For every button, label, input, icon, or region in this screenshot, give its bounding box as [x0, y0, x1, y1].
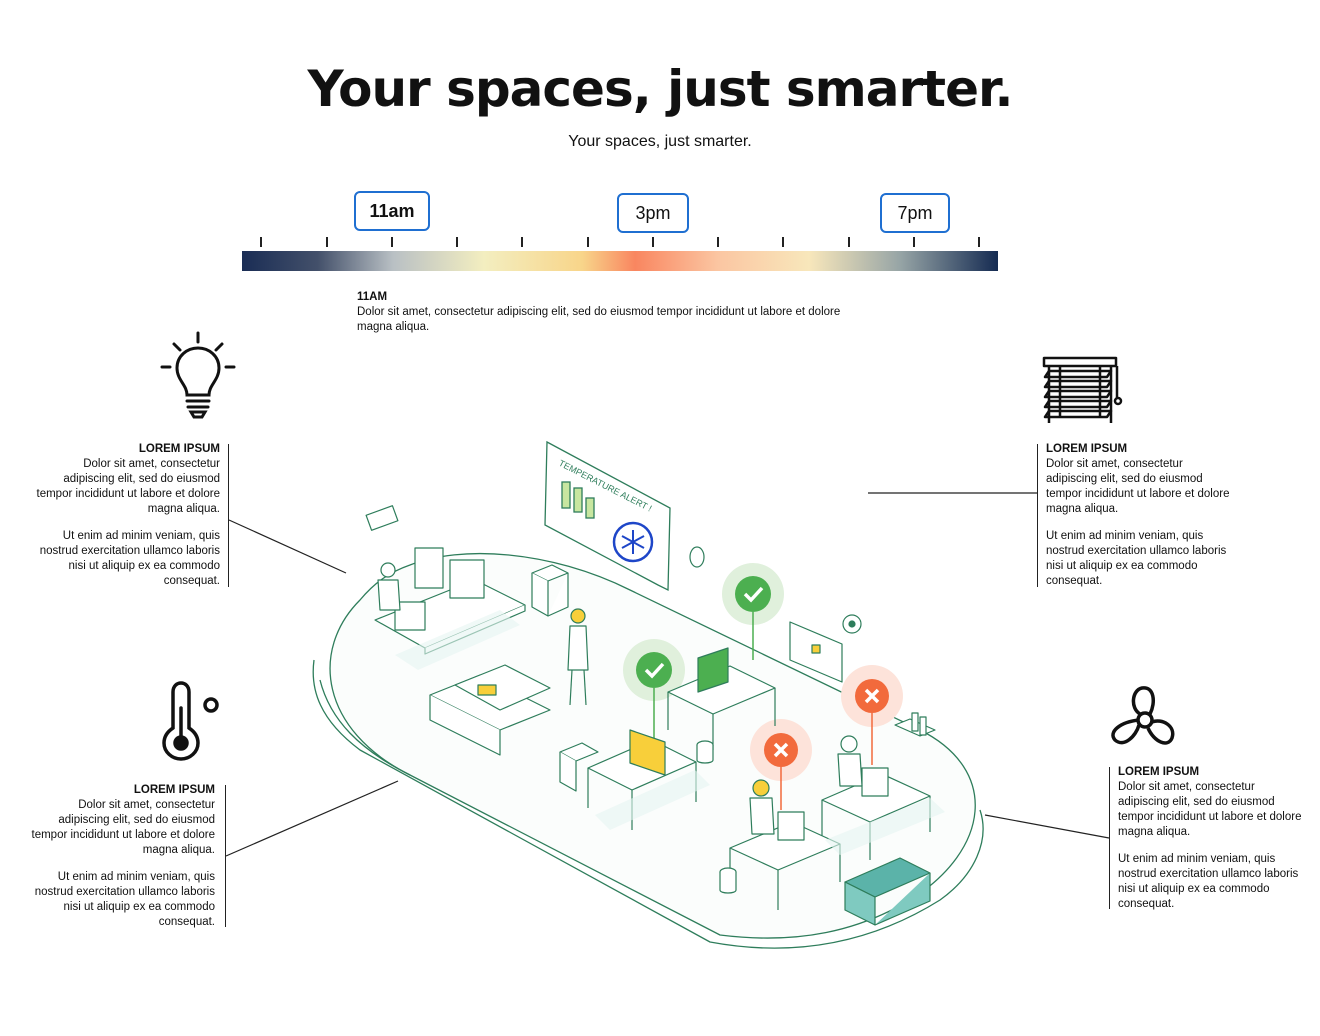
office-illustration: TEMPERATURE ALERT ! [312, 440, 984, 949]
